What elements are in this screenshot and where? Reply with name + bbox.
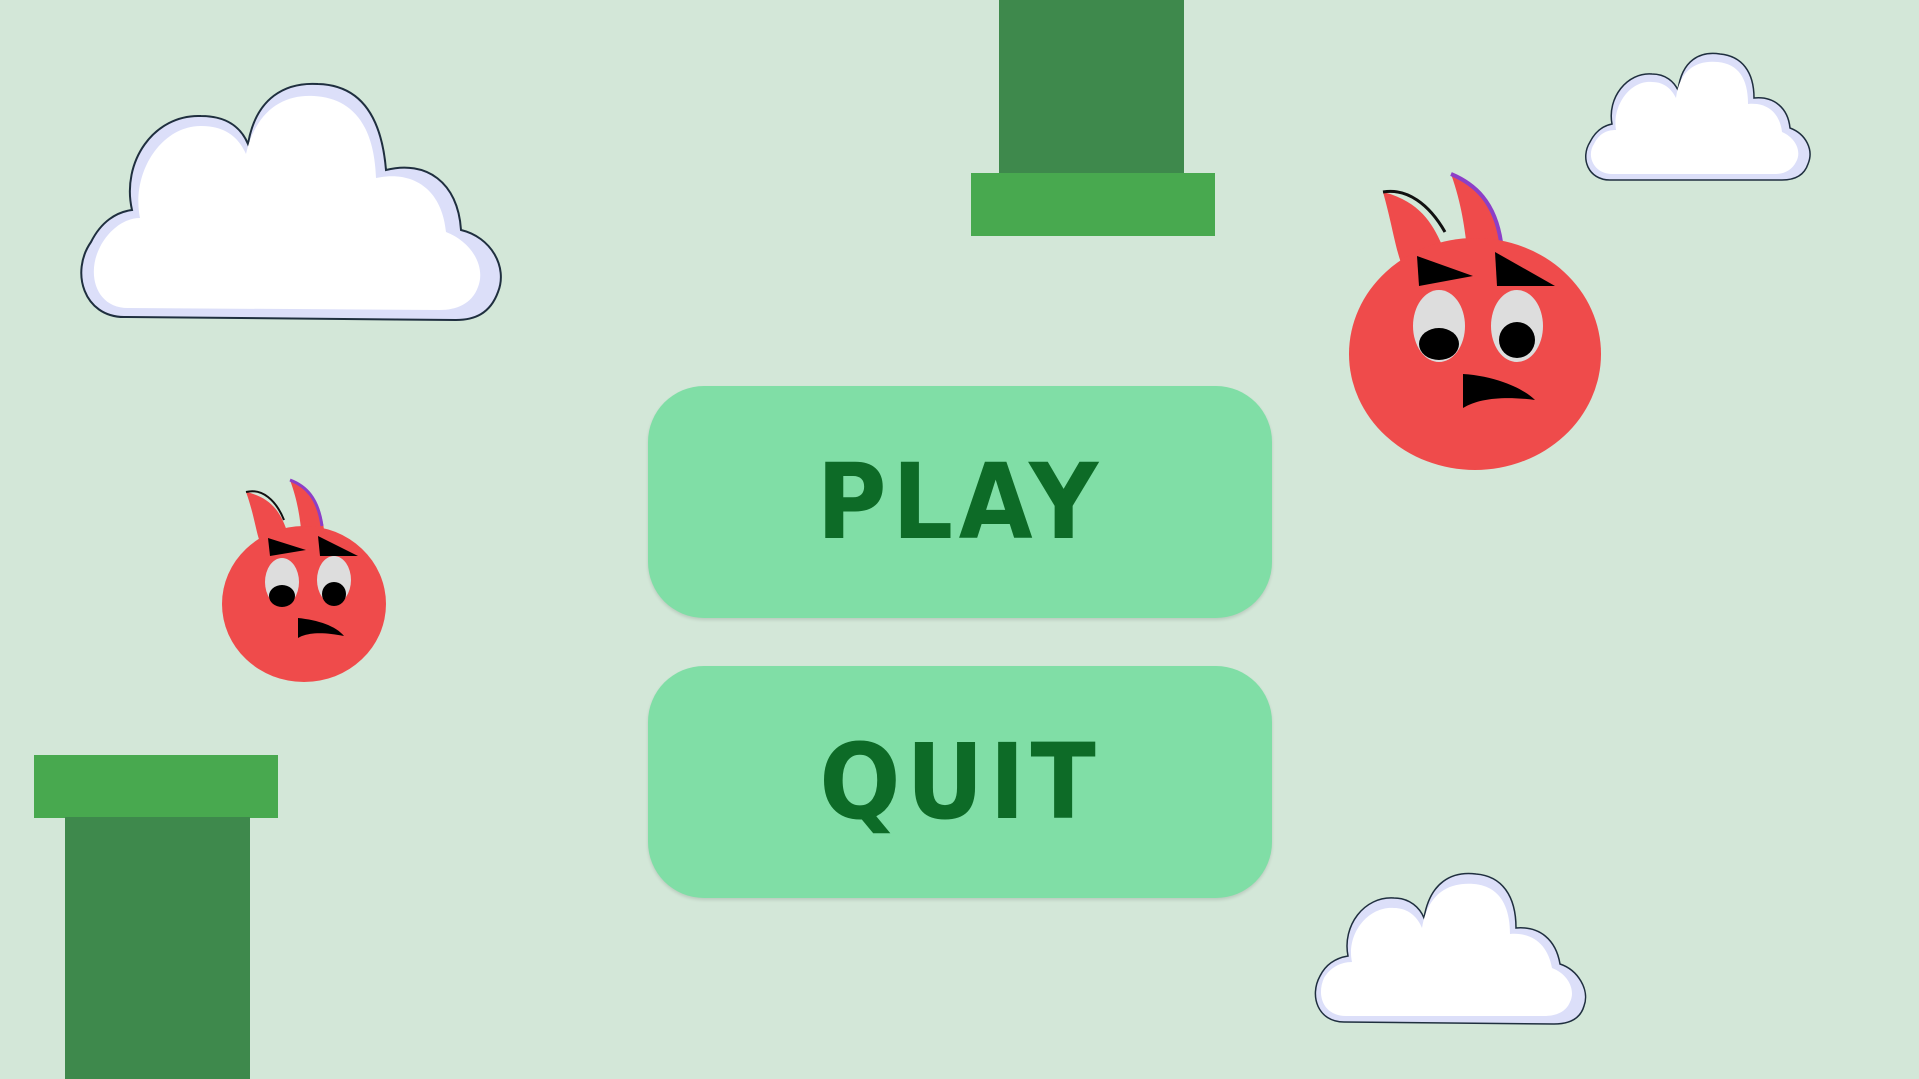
enemy-character — [222, 476, 390, 684]
play-button-label: PLAY — [816, 441, 1104, 563]
cloud-graphic — [1585, 52, 1811, 181]
quit-button-label: QUIT — [819, 721, 1101, 843]
play-button[interactable]: PLAY — [648, 386, 1272, 618]
pipe-top-body — [999, 0, 1184, 174]
cloud — [1312, 872, 1590, 1026]
enemy-graphic — [1349, 172, 1601, 470]
cloud — [1582, 52, 1812, 184]
game-scene: PLAY QUIT — [0, 0, 1919, 1079]
enemy-graphic — [222, 478, 386, 682]
pipe-bottom-cap — [34, 755, 278, 818]
cloud — [76, 82, 504, 322]
quit-button[interactable]: QUIT — [648, 666, 1272, 898]
pipe-bottom-body — [65, 817, 250, 1079]
enemy-character — [1345, 168, 1605, 473]
cloud-graphic — [80, 82, 502, 322]
pipe-top-cap — [971, 173, 1215, 236]
cloud-graphic — [1314, 872, 1587, 1025]
